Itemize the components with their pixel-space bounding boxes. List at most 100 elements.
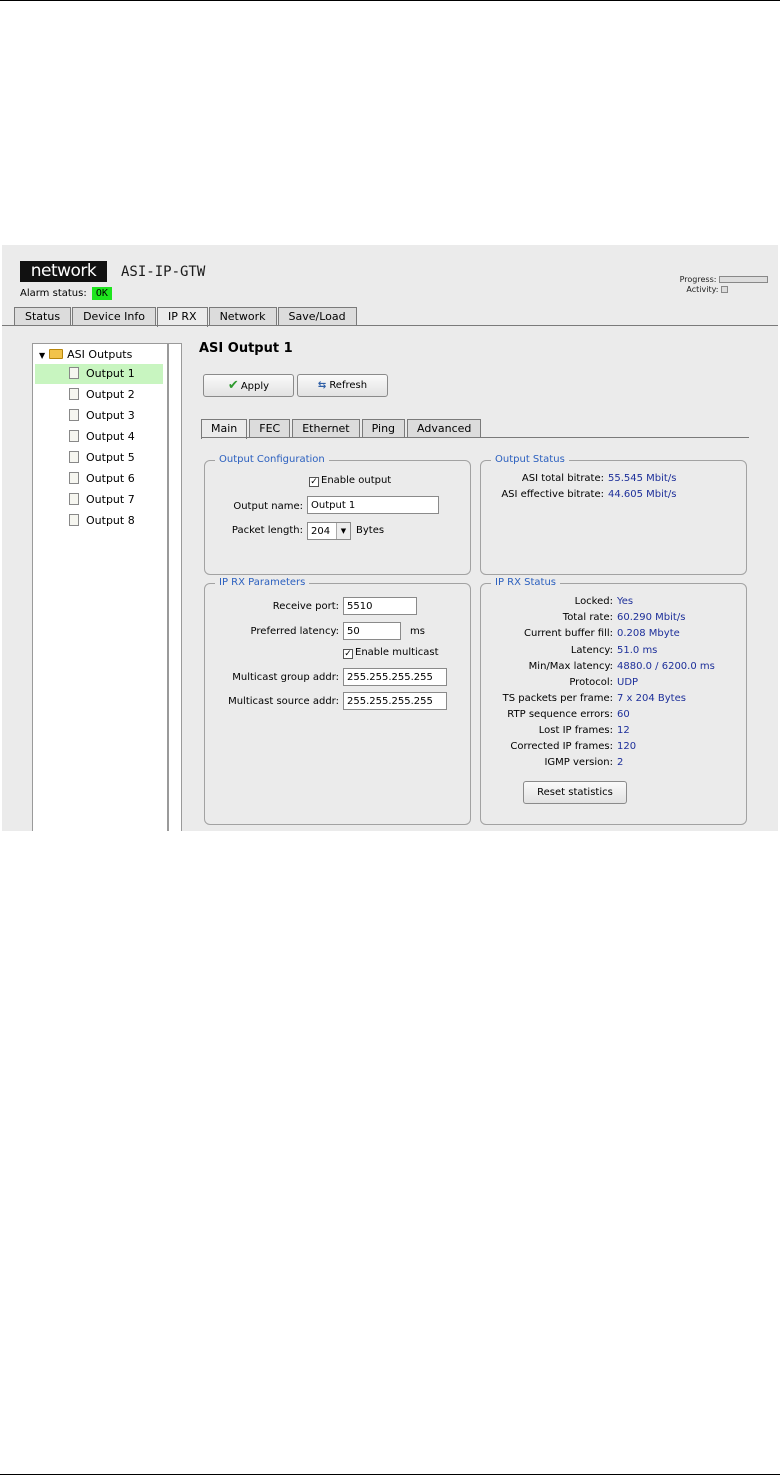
bottom-rule — [0, 1474, 780, 1475]
tab-ethernet[interactable]: Ethernet — [292, 419, 360, 437]
reset-statistics-button[interactable]: Reset statistics — [523, 781, 627, 804]
status-value: UDP — [617, 677, 639, 688]
refresh-button[interactable]: ⇆ Refresh — [297, 374, 388, 397]
device-name: ASI-IP-GTW — [121, 264, 206, 280]
status-value: 4880.0 / 6200.0 ms — [617, 661, 715, 672]
tree-item-output-1[interactable]: Output 1 — [35, 364, 163, 384]
tree-item-label: Output 5 — [86, 451, 135, 464]
receive-port-input[interactable]: 5510 — [343, 597, 417, 615]
status-value: 7 x 204 Bytes — [617, 693, 686, 704]
main-tabs: Status Device Info IP RX Network Save/Lo… — [14, 307, 358, 327]
enable-output-row: ✓ Enable output — [309, 475, 391, 487]
status-label: Lost IP frames: — [538, 725, 613, 736]
tree-root-label: ASI Outputs — [67, 348, 133, 361]
status-value: Yes — [617, 596, 634, 607]
tree-item-label: Output 6 — [86, 472, 135, 485]
output-status-legend: Output Status — [491, 454, 569, 465]
output-name-input[interactable]: Output 1 — [307, 496, 439, 514]
tab-divider — [2, 325, 778, 326]
expand-arrow-icon[interactable]: ▼ — [39, 351, 45, 360]
ip-rx-status-legend: IP RX Status — [491, 577, 561, 588]
document-icon — [69, 472, 79, 484]
status-value: 51.0 ms — [617, 645, 658, 656]
receive-port-label: Receive port: — [272, 601, 339, 612]
tab-status[interactable]: Status — [14, 307, 72, 325]
preferred-latency-input[interactable]: 50 — [343, 622, 401, 640]
output-configuration-legend: Output Configuration — [215, 454, 329, 465]
tree-item-output-7[interactable]: Output 7 — [35, 490, 163, 510]
ip-rx-status-panel: IP RX Status Locked: Yes Total rate: 60.… — [480, 577, 747, 825]
alarm-status: Alarm status: OK — [20, 287, 112, 300]
multicast-group-label: Multicast group addr: — [232, 672, 339, 683]
tree-scrollbar[interactable] — [168, 343, 182, 831]
tab-fec[interactable]: FEC — [249, 419, 291, 437]
enable-multicast-label: Enable multicast — [355, 647, 439, 658]
status-label: TS packets per frame: — [502, 693, 613, 704]
status-label: Locked: — [574, 596, 613, 607]
enable-multicast-checkbox[interactable]: ✓ — [343, 649, 353, 659]
latency-unit: ms — [410, 626, 425, 637]
ip-rx-parameters-legend: IP RX Parameters — [215, 577, 310, 588]
multicast-group-input[interactable]: 255.255.255.255 — [343, 668, 447, 686]
output-tree: ▼ ASI Outputs Output 1 Output 2 Output 3 … — [32, 343, 168, 831]
alarm-ok-badge: OK — [91, 287, 112, 300]
tree-root[interactable]: ▼ ASI Outputs — [39, 348, 132, 361]
multicast-source-input[interactable]: 255.255.255.255 — [343, 692, 447, 710]
status-value: 60 — [617, 709, 630, 720]
enable-output-checkbox[interactable]: ✓ — [309, 477, 319, 487]
progress-area: Progress: Activity: — [680, 275, 768, 295]
tree-item-label: Output 4 — [86, 430, 135, 443]
tree-item-output-3[interactable]: Output 3 — [35, 406, 163, 426]
refresh-icon: ⇆ — [317, 380, 327, 391]
status-value: 2 — [617, 757, 624, 768]
tab-ip-rx[interactable]: IP RX — [157, 307, 208, 327]
tab-advanced[interactable]: Advanced — [407, 419, 482, 437]
tab-main[interactable]: Main — [201, 419, 248, 439]
alarm-label: Alarm status: — [20, 288, 87, 299]
tree-item-label: Output 8 — [86, 514, 135, 527]
apply-label: Apply — [240, 381, 270, 392]
apply-button[interactable]: ✔ Apply — [203, 374, 294, 397]
ip-rx-parameters-panel: IP RX Parameters Receive port: 5510 Pref… — [204, 577, 471, 825]
tree-item-output-6[interactable]: Output 6 — [35, 469, 163, 489]
status-label: RTP sequence errors: — [507, 709, 613, 720]
network-logo: network — [20, 261, 107, 282]
packet-length-select[interactable]: 204 ▼ — [307, 522, 351, 540]
tree-item-label: Output 3 — [86, 409, 135, 422]
activity-label: Activity: — [686, 285, 719, 294]
tab-save-load[interactable]: Save/Load — [277, 307, 357, 325]
asi-total-bitrate-value: 55.545 Mbit/s — [608, 473, 677, 484]
subtab-divider — [201, 437, 749, 438]
status-label: Current buffer fill: — [524, 628, 613, 639]
status-label: Protocol: — [569, 677, 613, 688]
activity-indicator — [721, 286, 728, 293]
status-value: 12 — [617, 725, 630, 736]
tree-item-label: Output 1 — [86, 367, 135, 380]
top-rule — [0, 0, 780, 1]
document-icon — [69, 409, 79, 421]
refresh-label: Refresh — [329, 380, 368, 391]
output-name-label: Output name: — [233, 501, 303, 512]
tree-item-output-5[interactable]: Output 5 — [35, 448, 163, 468]
enable-multicast-row: ✓ Enable multicast — [343, 647, 439, 659]
tree-item-output-8[interactable]: Output 8 — [35, 511, 163, 531]
status-label: Min/Max latency: — [528, 661, 613, 672]
tree-item-output-4[interactable]: Output 4 — [35, 427, 163, 447]
packet-length-value: 204 — [311, 526, 331, 537]
tab-ping[interactable]: Ping — [361, 419, 406, 437]
document-icon — [69, 367, 79, 379]
check-icon: ✔ — [227, 378, 239, 393]
tab-device-info[interactable]: Device Info — [72, 307, 156, 325]
progress-label: Progress: — [679, 275, 717, 284]
document-icon — [69, 514, 79, 526]
tree-item-output-2[interactable]: Output 2 — [35, 385, 163, 405]
document-icon — [69, 451, 79, 463]
tab-network[interactable]: Network — [208, 307, 277, 325]
status-label: Latency: — [570, 645, 613, 656]
multicast-source-label: Multicast source addr: — [228, 696, 339, 707]
packet-length-label: Packet length: — [231, 525, 303, 536]
packet-unit: Bytes — [356, 525, 385, 536]
asi-effective-bitrate-label: ASI effective bitrate: — [501, 489, 604, 500]
status-label: Corrected IP frames: — [510, 741, 613, 752]
status-label: IGMP version: — [544, 757, 613, 768]
